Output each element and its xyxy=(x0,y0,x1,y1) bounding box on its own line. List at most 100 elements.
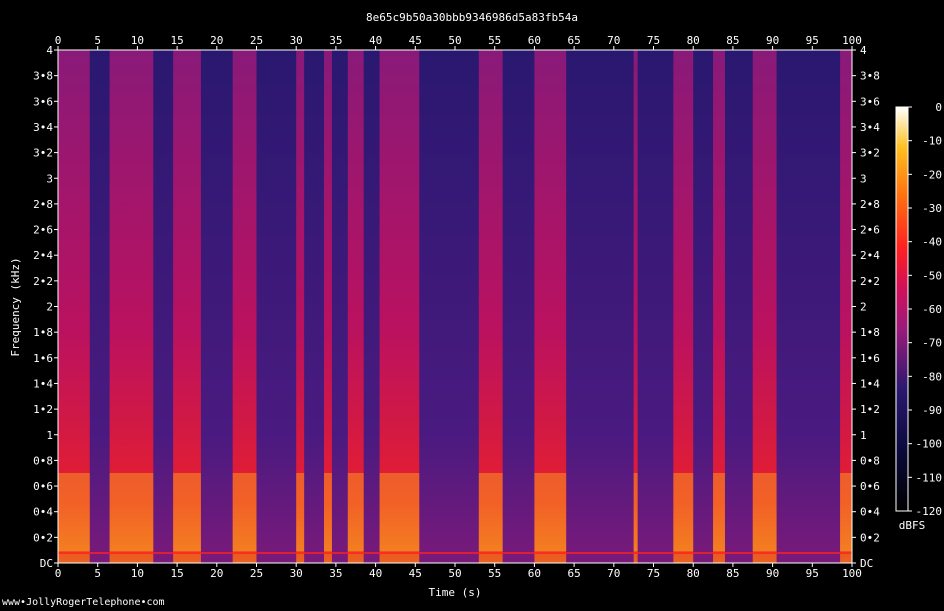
y-tick-label-right: 3•8 xyxy=(860,70,880,83)
y-tick-label-left: 4 xyxy=(46,44,53,57)
y-tick-label-right: 1•8 xyxy=(860,326,880,339)
x-tick-label-top: 0 xyxy=(55,34,62,47)
x-tick-label-top: 50 xyxy=(448,34,461,47)
x-tick-label-top: 30 xyxy=(290,34,303,47)
y-tick-label-left: 1•4 xyxy=(33,377,53,390)
colorbar-tick-label: -30 xyxy=(922,202,942,215)
colorbar-tick-label: -120 xyxy=(916,505,943,518)
y-axis-label: Frequency (kHz) xyxy=(9,257,22,356)
y-tick-label-right: 2•2 xyxy=(860,275,880,288)
x-tick-label-top: 20 xyxy=(210,34,223,47)
y-tick-label-right: 2•4 xyxy=(860,249,880,262)
formant-band xyxy=(232,473,257,551)
x-tick-label-top: 60 xyxy=(528,34,541,47)
formant-band xyxy=(673,473,694,551)
x-tick-label-top: 75 xyxy=(647,34,660,47)
x-tick-label-bottom: 70 xyxy=(607,567,620,580)
y-tick-label-left: 2•8 xyxy=(33,198,53,211)
x-tick-label-top: 45 xyxy=(409,34,422,47)
formant-band xyxy=(296,473,305,551)
x-tick-label-bottom: 65 xyxy=(567,567,580,580)
y-tick-label-right: 0•4 xyxy=(860,506,880,519)
colorbar-tick-label: -10 xyxy=(922,135,942,148)
x-tick-label-bottom: 40 xyxy=(369,567,382,580)
x-axis-label: Time (s) xyxy=(429,586,482,599)
y-tick-label-left: DC xyxy=(40,557,53,570)
y-tick-label-left: 3•2 xyxy=(33,147,53,160)
formant-band xyxy=(379,473,420,551)
x-tick-label-bottom: 95 xyxy=(806,567,819,580)
colorbar-tick-label: -70 xyxy=(922,337,942,350)
y-tick-label-left: 2 xyxy=(46,301,53,314)
y-tick-label-left: 0•2 xyxy=(33,531,53,544)
y-tick-label-left: 3 xyxy=(46,172,53,185)
colorbar-tick-label: -50 xyxy=(922,269,942,282)
y-tick-label-left: 0•4 xyxy=(33,506,53,519)
formant-band xyxy=(58,473,90,551)
x-tick-label-top: 40 xyxy=(369,34,382,47)
y-tick-label-left: 0•8 xyxy=(33,454,53,467)
x-tick-label-top: 100 xyxy=(842,34,862,47)
colorbar-tick-label: -90 xyxy=(922,404,942,417)
formant-band xyxy=(633,473,638,551)
x-tick-label-bottom: 15 xyxy=(170,567,183,580)
x-tick-label-bottom: 45 xyxy=(409,567,422,580)
x-tick-label-top: 95 xyxy=(806,34,819,47)
y-tick-label-left: 2•2 xyxy=(33,275,53,288)
colorbar-label: dBFS xyxy=(899,519,926,532)
x-tick-label-bottom: 0 xyxy=(55,567,62,580)
colorbar-tick-label: 0 xyxy=(935,101,942,114)
x-tick-label-bottom: 50 xyxy=(448,567,461,580)
y-tick-label-left: 2•6 xyxy=(33,224,53,237)
y-tick-label-right: DC xyxy=(860,557,873,570)
y-tick-label-left: 3•6 xyxy=(33,95,53,108)
y-tick-label-right: 0•6 xyxy=(860,480,880,493)
x-tick-label-top: 80 xyxy=(687,34,700,47)
y-tick-label-left: 1•2 xyxy=(33,403,53,416)
y-tick-label-right: 1•4 xyxy=(860,377,880,390)
x-tick-label-bottom: 35 xyxy=(329,567,342,580)
x-tick-label-top: 35 xyxy=(329,34,342,47)
formant-band xyxy=(347,473,364,551)
y-tick-label-right: 0•2 xyxy=(860,531,880,544)
formant-band xyxy=(109,473,154,551)
spectrogram-chart: 0055101015152020252530303535404045455050… xyxy=(9,34,942,599)
y-tick-label-right: 3•2 xyxy=(860,147,880,160)
formant-band xyxy=(173,473,201,551)
x-tick-label-bottom: 20 xyxy=(210,567,223,580)
x-tick-label-top: 5 xyxy=(94,34,101,47)
formant-band xyxy=(752,473,777,551)
y-tick-label-right: 1•2 xyxy=(860,403,880,416)
y-tick-label-right: 1•6 xyxy=(860,352,880,365)
y-tick-label-right: 4 xyxy=(860,44,867,57)
x-tick-label-bottom: 100 xyxy=(842,567,862,580)
y-tick-label-right: 3•6 xyxy=(860,95,880,108)
y-tick-label-right: 2•8 xyxy=(860,198,880,211)
y-tick-label-left: 0•6 xyxy=(33,480,53,493)
y-tick-label-right: 1 xyxy=(860,429,867,442)
colorbar-tick-label: -60 xyxy=(922,303,942,316)
colorbar-tick-label: -100 xyxy=(916,438,943,451)
colorbar xyxy=(895,106,909,512)
formant-band xyxy=(534,473,567,551)
x-tick-label-bottom: 5 xyxy=(94,567,101,580)
y-tick-label-left: 1•6 xyxy=(33,352,53,365)
formant-band xyxy=(840,473,852,551)
x-tick-label-bottom: 30 xyxy=(290,567,303,580)
x-tick-label-bottom: 85 xyxy=(726,567,739,580)
colorbar-tick-label: -40 xyxy=(922,236,942,249)
colorbar-tick-label: -110 xyxy=(916,471,943,484)
colorbar-tick-label: -80 xyxy=(922,370,942,383)
y-tick-label-right: 2 xyxy=(860,301,867,314)
x-tick-label-bottom: 25 xyxy=(250,567,263,580)
x-tick-label-top: 25 xyxy=(250,34,263,47)
x-tick-label-top: 85 xyxy=(726,34,739,47)
x-tick-label-bottom: 80 xyxy=(687,567,700,580)
x-tick-label-top: 90 xyxy=(766,34,779,47)
colorbar-ticks: 0 -10 -20 -30 -40 -50 -60 -70 -80 -90 -100 -110 -120 xyxy=(908,101,942,518)
colorbar-tick-label: -20 xyxy=(922,168,942,181)
x-tick-label-bottom: 90 xyxy=(766,567,779,580)
x-tick-label-top: 15 xyxy=(170,34,183,47)
y-tick-label-left: 1 xyxy=(46,429,53,442)
y-tick-label-left: 1•8 xyxy=(33,326,53,339)
